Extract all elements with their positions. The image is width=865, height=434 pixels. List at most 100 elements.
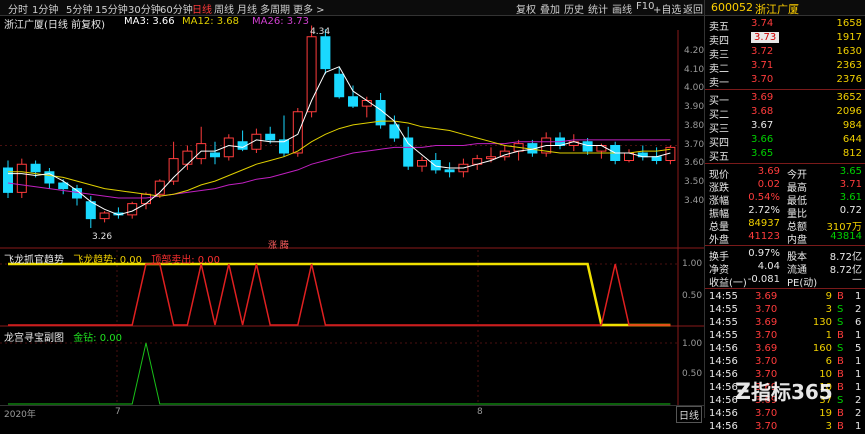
stat-value: 0.02 xyxy=(757,179,780,190)
price-axis-label: 4.10 xyxy=(684,64,705,75)
tick-count: 2 xyxy=(855,395,862,406)
tick-time: 14:56 xyxy=(709,369,738,380)
buy-level-row[interactable]: 买一 3.69 3652 xyxy=(705,92,865,107)
buy-level-row[interactable]: 买二 3.68 2096 xyxy=(705,106,865,121)
stat-label: 外盘 xyxy=(709,235,729,246)
fundamental-row: 净资 4.04 流通 8.72亿 xyxy=(705,261,865,276)
candle-body xyxy=(444,169,455,173)
stat-row: 振幅 2.72% 量比 0.72 xyxy=(705,205,865,220)
stock-code-row: 600052 浙江广厦 xyxy=(705,0,865,16)
tick-count: 2 xyxy=(855,304,862,315)
tick-time: 14:55 xyxy=(709,330,738,341)
price-axis-label: 3.80 xyxy=(684,120,705,131)
stat-row: 总量 84937 总额 3107万 xyxy=(705,218,865,233)
tick-time: 14:55 xyxy=(709,304,738,315)
candle-body xyxy=(582,141,593,152)
gold-signal-line xyxy=(8,342,671,405)
fundamental-label: PE(动) xyxy=(787,278,818,289)
stat-value: 84937 xyxy=(748,218,780,229)
candle-body xyxy=(85,201,96,220)
tick-count: 1 xyxy=(855,382,862,393)
tick-time: 14:56 xyxy=(709,421,738,432)
tick-direction: S xyxy=(837,317,844,328)
tick-price: 3.70 xyxy=(755,304,778,315)
bottom-x-axis: 2020年 7 8 日线 xyxy=(0,405,704,423)
sell-signal-line xyxy=(8,263,671,326)
sell-level-price: 3.72 xyxy=(751,46,774,57)
tick-count: 1 xyxy=(855,421,862,432)
buy-level-row[interactable]: 买四 3.66 644 xyxy=(705,134,865,149)
stat-value: 0.54% xyxy=(748,192,780,203)
tick-direction: B xyxy=(837,369,844,380)
candle-body xyxy=(30,163,41,173)
buy-level-price: 3.65 xyxy=(751,148,774,159)
sell-level-row[interactable]: 卖二 3.71 2363 xyxy=(705,60,865,75)
buy-level-volume: 812 xyxy=(842,148,862,159)
price-axis-label: 4.00 xyxy=(684,83,705,94)
sell-level-row[interactable]: 卖一 3.70 2376 xyxy=(705,74,865,89)
buy-level-volume: 984 xyxy=(842,120,862,131)
candle-body xyxy=(403,137,414,167)
tick-count: 6 xyxy=(855,317,862,328)
buy-level-volume: 644 xyxy=(842,134,862,145)
tick-row: 14:56 3.70 19 B 2 xyxy=(705,408,865,421)
tick-time: 14:55 xyxy=(709,291,738,302)
sell-level-row[interactable]: 卖三 3.72 1630 xyxy=(705,46,865,61)
trend-line xyxy=(8,262,671,327)
tick-volume: 1 xyxy=(825,330,832,341)
candle-body xyxy=(99,212,110,220)
quote-panel: 600052 浙江广厦 卖五 3.74 1658 卖四 3.73 1917 卖三 3.72 16… xyxy=(704,0,865,432)
tick-row: 14:55 3.69 9 B 1 xyxy=(705,291,865,304)
tab-daily-bottom[interactable]: 日线 xyxy=(676,406,702,423)
candle-body xyxy=(223,137,234,158)
stats-divider xyxy=(705,163,865,164)
buy-level-label: 买一 xyxy=(709,96,729,107)
stat-value: 3.71 xyxy=(839,179,862,190)
buy-level-row[interactable]: 买五 3.65 812 xyxy=(705,148,865,163)
kline-chart[interactable] xyxy=(0,0,704,418)
candle-body xyxy=(182,150,193,165)
sell-level-row[interactable]: 卖五 3.74 1658 xyxy=(705,18,865,33)
sell-level-price: 3.71 xyxy=(751,60,774,71)
sell-level-volume: 1630 xyxy=(836,46,862,57)
fundamentals-divider xyxy=(705,245,865,246)
price-axis-label: 3.50 xyxy=(684,177,705,187)
buy-level-label: 买五 xyxy=(709,152,729,163)
buy-level-price: 3.66 xyxy=(751,134,774,145)
tick-direction: S xyxy=(837,343,844,354)
tick-time: 14:56 xyxy=(709,356,738,367)
tick-row: 14:55 3.70 1 B 1 xyxy=(705,330,865,343)
indicator1-header: 飞龙抓官趋势 飞龙趋势: 0.00 顶部卖出: 0.00 xyxy=(4,251,220,266)
tick-row: 14:56 3.70 3 B 1 xyxy=(705,421,865,434)
tick-row: 14:55 3.70 3 S 2 xyxy=(705,304,865,317)
tick-row: 14:55 3.69 130 S 6 xyxy=(705,317,865,330)
fundamental-value: 4.04 xyxy=(757,261,780,272)
buy-level-row[interactable]: 买三 3.67 984 xyxy=(705,120,865,135)
stock-name: 浙江广厦 xyxy=(755,3,799,16)
candle-body xyxy=(16,163,27,193)
sell-level-label: 卖四 xyxy=(709,36,729,47)
stat-row: 涨幅 0.54% 最低 3.61 xyxy=(705,192,865,207)
tick-price: 3.70 xyxy=(755,356,778,367)
tick-count: 1 xyxy=(855,291,862,302)
ma12-line xyxy=(8,120,671,197)
candle-body xyxy=(210,152,220,158)
sell-level-volume: 2363 xyxy=(836,60,862,71)
sell-level-row[interactable]: 卖四 3.73 1917 xyxy=(705,32,865,47)
stat-value: 3.61 xyxy=(839,192,862,203)
tick-row: 14:56 3.70 6 B 1 xyxy=(705,356,865,369)
buy-level-label: 买三 xyxy=(709,124,729,135)
fundamental-row: 收益(一) -0.081 PE(动) — xyxy=(705,274,865,289)
tick-price: 3.70 xyxy=(755,421,778,432)
fundamental-label: 收益(一) xyxy=(709,278,747,289)
tick-count: 1 xyxy=(855,356,862,367)
stat-value: 43814 xyxy=(830,231,862,242)
tick-volume: 130 xyxy=(812,317,832,328)
indicator1-title: 飞龙抓官趋势 xyxy=(4,255,64,266)
price-axis-label: 3.90 xyxy=(684,102,705,112)
candle-body xyxy=(141,193,151,205)
logo-text: 指标365 xyxy=(750,380,833,404)
sell-level-label: 卖三 xyxy=(709,50,729,61)
tick-row: 14:56 3.69 160 S 5 xyxy=(705,343,865,356)
tick-volume: 6 xyxy=(825,356,832,367)
